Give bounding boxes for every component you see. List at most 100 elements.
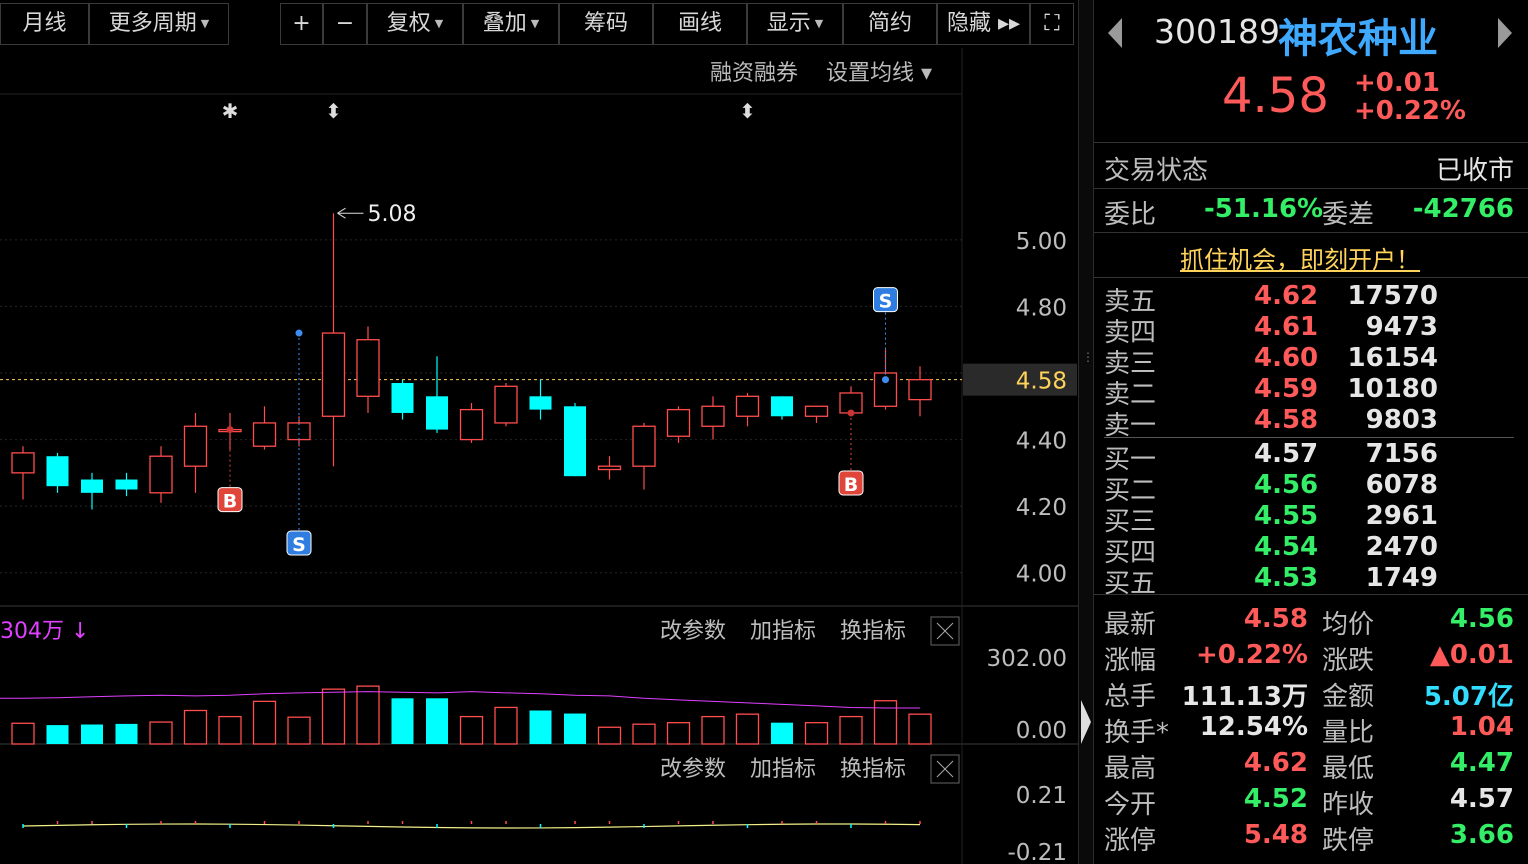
toolbar-btn-7[interactable]: 画线 — [653, 3, 747, 45]
stat-label: 涨跌 — [1322, 646, 1375, 676]
stat-value: 3.66 — [1449, 820, 1514, 850]
signal-dot — [882, 376, 889, 384]
candle-body-down — [81, 479, 103, 493]
stat-label: 昨收 — [1322, 790, 1375, 820]
stat-value: 111.13万 — [1181, 682, 1308, 712]
signal-dot — [226, 426, 234, 434]
panel-btn-0[interactable]: 改参数 — [660, 619, 726, 644]
panel-btn-0[interactable]: 改参数 — [660, 757, 726, 782]
toolbar-btn-4[interactable]: 复权 ▼ — [367, 3, 463, 45]
stat-label: 今开 — [1104, 790, 1157, 820]
open-account-link[interactable]: 抓住机会，即刻开户！ — [1180, 240, 1420, 275]
last-price: 4.58 — [1222, 68, 1329, 124]
stat-value: 5.48 — [1243, 820, 1308, 850]
max-price-label: 5.08 — [368, 202, 417, 227]
current-price-label: 4.58 — [1016, 369, 1067, 395]
stat-label: 跌停 — [1322, 826, 1375, 856]
candle-body-down — [391, 382, 414, 413]
toolbar-btn-11[interactable]: ⛶ — [1030, 3, 1074, 45]
toolbar-btn-label: + — [292, 11, 311, 36]
volume-bar-up — [839, 715, 863, 745]
toolbar-btn-2[interactable]: + — [280, 3, 323, 45]
bid-volume: 6078 — [1365, 470, 1438, 500]
candle-body-up — [597, 465, 622, 471]
candle-body-up — [632, 425, 656, 467]
stat-label: 换手* — [1104, 718, 1170, 748]
candle-body-up — [735, 395, 760, 417]
stat-label: 最新 — [1104, 610, 1157, 640]
toolbar-btn-label: 复权 — [386, 11, 431, 36]
stock-name: 神农种业 — [1278, 16, 1438, 62]
margin-trading-link[interactable]: 融资融券 — [710, 61, 798, 86]
stat-value: 5.07亿 — [1423, 682, 1514, 712]
dropdown-caret-icon: ▼ — [814, 17, 824, 30]
panel-btn-2[interactable]: 换指标 — [840, 757, 906, 782]
toolbar-btn-label: 显示 — [766, 11, 811, 36]
candle-body-down — [529, 396, 552, 410]
volume-bar-up — [321, 688, 346, 745]
volume-bar-up — [597, 726, 622, 745]
ask-price: 4.60 — [1254, 343, 1319, 373]
stat-label: 均价 — [1322, 610, 1375, 640]
toolbar-btn-1[interactable]: 更多周期 ▼ — [89, 3, 229, 45]
toolbar-btn-label: 更多周期 — [108, 11, 197, 36]
next-stock-arrow-icon[interactable] — [1498, 18, 1512, 48]
volume-bar-up — [632, 723, 656, 745]
bid-price: 4.56 — [1254, 470, 1319, 500]
ask-price: 4.61 — [1254, 312, 1319, 342]
ask-price: 4.58 — [1254, 405, 1319, 435]
panel-btn-1[interactable]: 加指标 — [750, 619, 816, 644]
volume-legend: 304万 ↓ — [0, 619, 89, 644]
kline-chart[interactable]: 融资融券 设置均线 ▾ 5.00 4.80 4.40 4.20 4.00 4.58 5.08 ✱ ⬍… — [0, 48, 1078, 864]
ma-settings-link[interactable]: 设置均线 ▾ — [826, 61, 932, 86]
volume-bar-down — [115, 723, 138, 744]
panel-btn-1[interactable]: 加指标 — [750, 757, 816, 782]
volume-bar-up — [494, 706, 518, 745]
stat-value: 4.52 — [1243, 784, 1308, 814]
candle-body-up — [287, 422, 311, 441]
y-tick-label: 4.20 — [1016, 495, 1067, 521]
volume-bar-up — [666, 722, 691, 745]
bid-price: 4.53 — [1254, 563, 1319, 593]
ask-volume: 9803 — [1365, 405, 1438, 435]
event-star-icon: ✱ — [222, 99, 239, 123]
volume-tick-label: 302.00 — [987, 646, 1067, 672]
prev-stock-arrow-icon[interactable] — [1108, 18, 1122, 48]
volume-ma-line — [0, 691, 920, 709]
toolbar-btn-10[interactable]: 隐藏 ▸▸ — [937, 3, 1030, 45]
candle-body-up — [701, 405, 725, 427]
volume-bar-down — [426, 698, 448, 744]
stat-label: 最高 — [1104, 754, 1157, 784]
stat-value: 4.47 — [1449, 748, 1514, 778]
close-icon — [936, 760, 954, 778]
volume-bar-down — [391, 698, 414, 744]
ask-volume: 17570 — [1347, 281, 1438, 311]
panel-btn-2[interactable]: 换指标 — [840, 619, 906, 644]
ask-volume: 10180 — [1347, 374, 1438, 404]
toolbar-btn-5[interactable]: 叠加 ▼ — [463, 3, 559, 45]
collapse-arrow-icon[interactable] — [1081, 700, 1091, 744]
weibi-label: 委比 — [1104, 200, 1157, 230]
volume-tick-label: 0.00 — [1016, 718, 1067, 744]
toolbar-btn-6[interactable]: 筹码 — [559, 3, 653, 45]
stat-label: 量比 — [1322, 718, 1375, 748]
toolbar-btn-9[interactable]: 简约 — [843, 3, 937, 45]
close-icon — [936, 622, 954, 640]
bid-volume: 2961 — [1365, 501, 1438, 531]
quote-panel: 300189 神农种业 4.58 +0.01 +0.22% 交易状态 已收市 委… — [1094, 0, 1528, 864]
toolbar-btn-3[interactable]: − — [323, 3, 367, 45]
stat-label: 最低 — [1322, 754, 1375, 784]
toolbar-btn-0[interactable]: 月线 — [0, 3, 89, 45]
price-change: +0.01 — [1354, 68, 1440, 98]
candle-body-up — [666, 408, 691, 437]
dropdown-caret-icon: ▼ — [530, 17, 540, 30]
bid-price: 4.54 — [1254, 532, 1319, 562]
weicha-label: 委差 — [1322, 200, 1375, 230]
candle-body-up — [11, 452, 35, 474]
stat-value: 1.04 — [1449, 712, 1514, 742]
volume-bar-down — [529, 710, 552, 744]
bid-price: 4.57 — [1254, 439, 1319, 469]
toolbar-btn-label: ⛶ — [1044, 11, 1060, 36]
panel-splitter[interactable]: ⋮⋮ — [1078, 0, 1106, 864]
toolbar-btn-8[interactable]: 显示 ▼ — [747, 3, 843, 45]
